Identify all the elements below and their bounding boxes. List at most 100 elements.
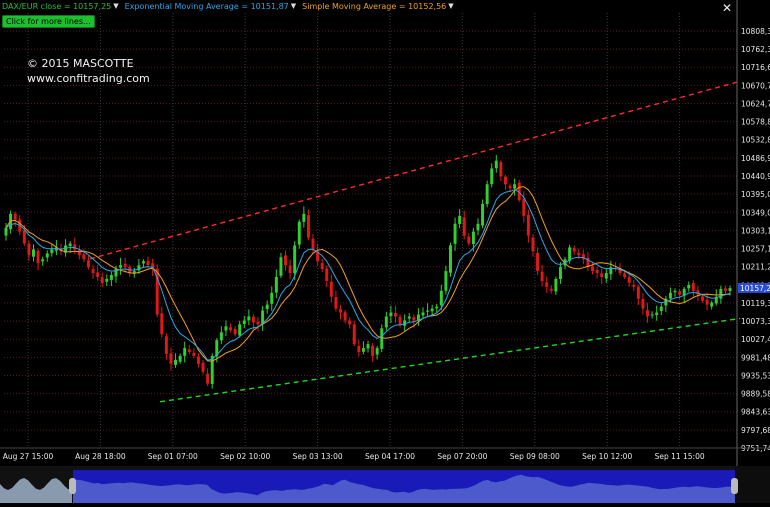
y-tick-label: 10670,70 <box>741 81 770 90</box>
candle-body <box>508 185 512 189</box>
candle-body <box>710 302 714 307</box>
legend-close[interactable]: DAX/EUR close = 10157,25 ▼ <box>2 1 119 12</box>
y-tick-label: 10578,80 <box>741 118 770 127</box>
candle-body <box>444 271 448 291</box>
x-tick-label: Sep 02 10:00 <box>220 452 270 461</box>
candle-body <box>366 344 370 349</box>
chevron-down-icon[interactable]: ▼ <box>291 1 296 12</box>
candle-body <box>339 309 342 313</box>
y-tick-label: 10716,64 <box>741 63 770 72</box>
candle-body <box>467 236 471 244</box>
candle-body <box>545 282 549 287</box>
x-tick-label: Sep 04 17:00 <box>365 452 415 461</box>
candle-body <box>646 310 649 317</box>
candle-body <box>503 176 507 185</box>
candle-body <box>453 223 457 244</box>
candle-body <box>558 267 562 280</box>
current-price-label: 10157,25 <box>740 284 770 293</box>
candle-body <box>728 288 732 291</box>
x-tick-label: Sep 03 13:00 <box>293 452 343 461</box>
candle-body <box>650 314 654 316</box>
candle-body <box>50 249 54 254</box>
copyright-url: www.confitrading.com <box>27 72 150 85</box>
candle-body <box>160 313 164 335</box>
candle-body <box>87 260 90 268</box>
candle-body <box>591 266 595 272</box>
candle-body <box>394 312 397 317</box>
candle-body <box>256 321 260 325</box>
legend: DAX/EUR close = 10157,25 ▼ Exponential M… <box>2 1 454 12</box>
candle-body <box>412 317 416 321</box>
legend-sma-label: Simple Moving Average = 10152,56 <box>302 2 447 11</box>
candle-body <box>513 184 517 189</box>
candle-body <box>435 306 439 309</box>
candle-body <box>229 327 233 331</box>
candle-body <box>36 250 40 264</box>
x-tick-label: Sep 10 12:00 <box>582 452 632 461</box>
candle-body <box>274 277 278 293</box>
candle-body <box>297 221 301 245</box>
candle-body <box>174 359 178 365</box>
candle-body <box>673 290 677 293</box>
candle-body <box>604 273 608 279</box>
navigator-left-handle[interactable] <box>69 478 76 494</box>
candle-body <box>627 277 631 283</box>
y-tick-label: 10486,90 <box>741 154 770 163</box>
x-tick-label: Aug 28 18:00 <box>75 452 126 461</box>
candle-body <box>343 312 347 321</box>
candle-body <box>251 316 255 323</box>
candle-body <box>462 217 466 236</box>
navigator-area[interactable] <box>0 466 770 503</box>
candle-body <box>701 296 704 301</box>
candle-body <box>242 320 246 324</box>
y-tick-label: 9889,58 <box>741 390 770 399</box>
candle-body <box>329 281 333 297</box>
candle-body <box>522 198 526 216</box>
chevron-down-icon[interactable]: ▼ <box>113 1 118 12</box>
more-lines-button[interactable]: Click for more lines... <box>2 15 95 28</box>
copyright-watermark: © 2015 MASCOTTE www.confitrading.com <box>27 56 150 86</box>
candle-body <box>192 352 196 356</box>
navigator-right-handle[interactable] <box>731 478 738 494</box>
candle-body <box>284 255 287 266</box>
candle-body <box>325 268 329 281</box>
navigator-scrollbar[interactable] <box>0 466 770 503</box>
candle-body <box>398 316 402 325</box>
candle-body <box>499 162 503 177</box>
candle-body <box>41 259 45 262</box>
y-tick-label: 10808,34 <box>741 27 770 36</box>
candle-body <box>348 320 352 325</box>
candle-body <box>45 253 49 258</box>
candle-body <box>306 215 310 238</box>
candle-body <box>655 312 659 315</box>
candle-body <box>196 356 200 364</box>
candle-body <box>678 291 682 295</box>
legend-sma[interactable]: Simple Moving Average = 10152,56 ▼ <box>302 1 454 12</box>
candle-body <box>178 355 182 362</box>
candle-body <box>375 348 379 355</box>
candle-body <box>73 244 77 250</box>
close-icon[interactable]: ✕ <box>722 1 732 15</box>
candle-body <box>164 336 168 354</box>
y-tick-label: 10762,39 <box>741 45 770 54</box>
candle-body <box>201 362 205 372</box>
candle-body <box>430 308 434 312</box>
candle-body <box>371 345 375 356</box>
legend-ema[interactable]: Exponential Moving Average = 10151,87 ▼ <box>125 1 297 12</box>
candle-body <box>357 345 361 352</box>
candle-body <box>691 283 695 291</box>
candle-body <box>485 184 489 205</box>
candle-body <box>96 272 100 278</box>
candle-body <box>123 263 127 268</box>
candle-body <box>641 299 645 309</box>
candle-body <box>549 288 553 291</box>
chevron-down-icon[interactable]: ▼ <box>448 1 453 12</box>
candle-body <box>416 314 420 320</box>
y-tick-label: 10349,06 <box>741 208 770 217</box>
y-tick-label: 10211,22 <box>741 263 770 272</box>
candle-body <box>494 160 498 169</box>
y-tick-label: 10395,01 <box>741 190 770 199</box>
candle-body <box>659 306 663 312</box>
candle-body <box>623 273 627 278</box>
x-tick-label: Sep 11 15:00 <box>655 452 705 461</box>
